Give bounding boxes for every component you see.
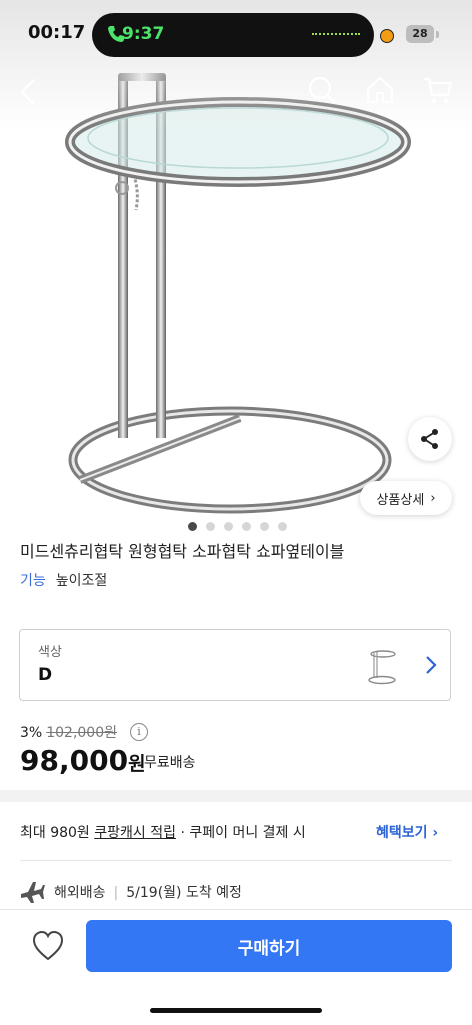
call-time: 9:37 — [122, 24, 165, 44]
recording-indicator — [380, 29, 394, 43]
airplane-icon — [21, 882, 45, 903]
audio-wave-icon — [312, 33, 360, 39]
status-time: 00:17 — [28, 22, 86, 43]
cashback-prefix: 최대 980원 — [20, 825, 90, 841]
search-icon[interactable] — [306, 74, 338, 106]
pagination-dot[interactable] — [224, 522, 233, 531]
back-icon[interactable] — [14, 76, 46, 108]
buy-button[interactable]: 구매하기 — [86, 920, 452, 972]
cashback-link[interactable]: 쿠팡캐시 적립 — [94, 825, 176, 841]
share-button[interactable] — [408, 417, 452, 461]
chevron-right-icon: › — [430, 490, 436, 506]
option-value: D — [38, 665, 53, 685]
detail-label: 상품상세 — [376, 492, 425, 508]
option-thumbnail — [368, 650, 396, 685]
feature-value: 높이조절 — [55, 573, 108, 589]
pagination-dot[interactable] — [278, 522, 287, 531]
heart-icon[interactable] — [30, 928, 66, 964]
home-icon[interactable] — [364, 74, 396, 106]
discount-rate: 3% — [20, 725, 43, 741]
cart-icon[interactable] — [422, 74, 454, 106]
price-discount: 3% 102,000원 — [20, 722, 117, 742]
divider — [20, 860, 452, 861]
separator: | — [113, 885, 119, 901]
cashback-info: 최대 980원 쿠팡캐시 적립 · 쿠페이 머니 결제 시 — [20, 822, 306, 842]
share-icon — [421, 429, 438, 449]
info-icon[interactable]: i — [130, 723, 148, 741]
delivery-info: 해외배송 | 5/19(월) 도착 예정 — [54, 882, 242, 902]
pagination-dot[interactable] — [242, 522, 251, 531]
section-divider — [0, 790, 472, 802]
benefit-link[interactable]: 혜택보기 › — [376, 822, 438, 842]
battery-tip — [436, 31, 439, 38]
pagination-dot[interactable] — [206, 522, 215, 531]
free-shipping-label: 무료배송 — [144, 755, 196, 771]
delivery-eta: 5/19(월) 도착 예정 — [126, 885, 242, 901]
product-title: 미드센츄리협탁 원형협탁 소파협탁 쇼파옆테이블 — [20, 542, 345, 561]
price-unit: 원 — [128, 753, 146, 775]
price-amount: 98,000 — [20, 744, 129, 777]
original-price: 102,000원 — [46, 725, 117, 741]
feature-key: 기능 — [20, 573, 46, 589]
pagination-dot[interactable] — [260, 522, 269, 531]
product-feature: 기능 높이조절 — [20, 570, 107, 590]
sale-price: 98,000원 — [20, 744, 146, 777]
pagination-dot[interactable] — [188, 522, 197, 531]
option-label: 색상 — [38, 645, 62, 660]
cashback-suffix: · 쿠페이 머니 결제 시 — [180, 825, 306, 841]
image-pagination[interactable] — [188, 522, 287, 532]
delivery-type: 해외배송 — [54, 885, 106, 901]
battery-indicator: 28 — [406, 25, 434, 43]
home-indicator[interactable] — [150, 1008, 322, 1013]
chevron-right-icon[interactable] — [420, 654, 442, 676]
product-detail-button[interactable]: 상품상세 › — [360, 481, 452, 515]
